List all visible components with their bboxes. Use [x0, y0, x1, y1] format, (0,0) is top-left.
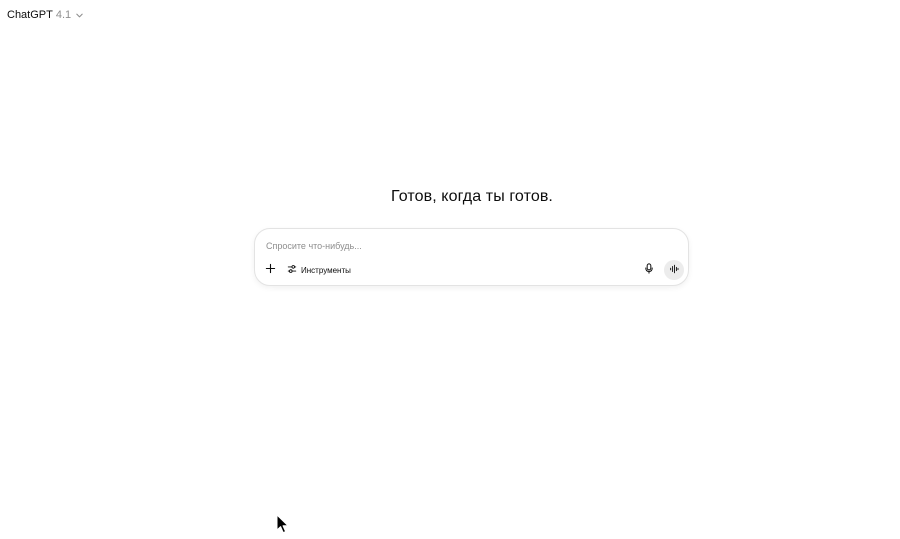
dictate-button[interactable]	[640, 261, 658, 279]
sliders-icon	[287, 264, 297, 276]
voice-mode-button[interactable]	[664, 260, 684, 280]
prompt-composer: Инструменты	[254, 228, 689, 286]
page-title: Готов, когда ты готов.	[391, 188, 553, 205]
model-switcher[interactable]: ChatGPT 4.1	[5, 8, 86, 22]
voice-waveform-icon	[669, 261, 679, 279]
chat-page: ChatGPT 4.1 Готов, когда ты готов. Спрос…	[0, 0, 900, 539]
prompt-input[interactable]	[266, 238, 646, 254]
chevron-down-icon	[75, 11, 84, 20]
model-name: ChatGPT	[7, 9, 53, 21]
tools-button[interactable]: Инструменты	[283, 261, 355, 279]
mouse-cursor-icon	[276, 514, 290, 534]
tools-button-label: Инструменты	[301, 265, 351, 275]
plus-icon	[265, 261, 276, 279]
model-version: 4.1	[55, 9, 72, 21]
add-attachment-button[interactable]	[261, 261, 279, 279]
microphone-icon	[644, 261, 654, 279]
composer-toolbar: Инструменты	[261, 260, 684, 280]
